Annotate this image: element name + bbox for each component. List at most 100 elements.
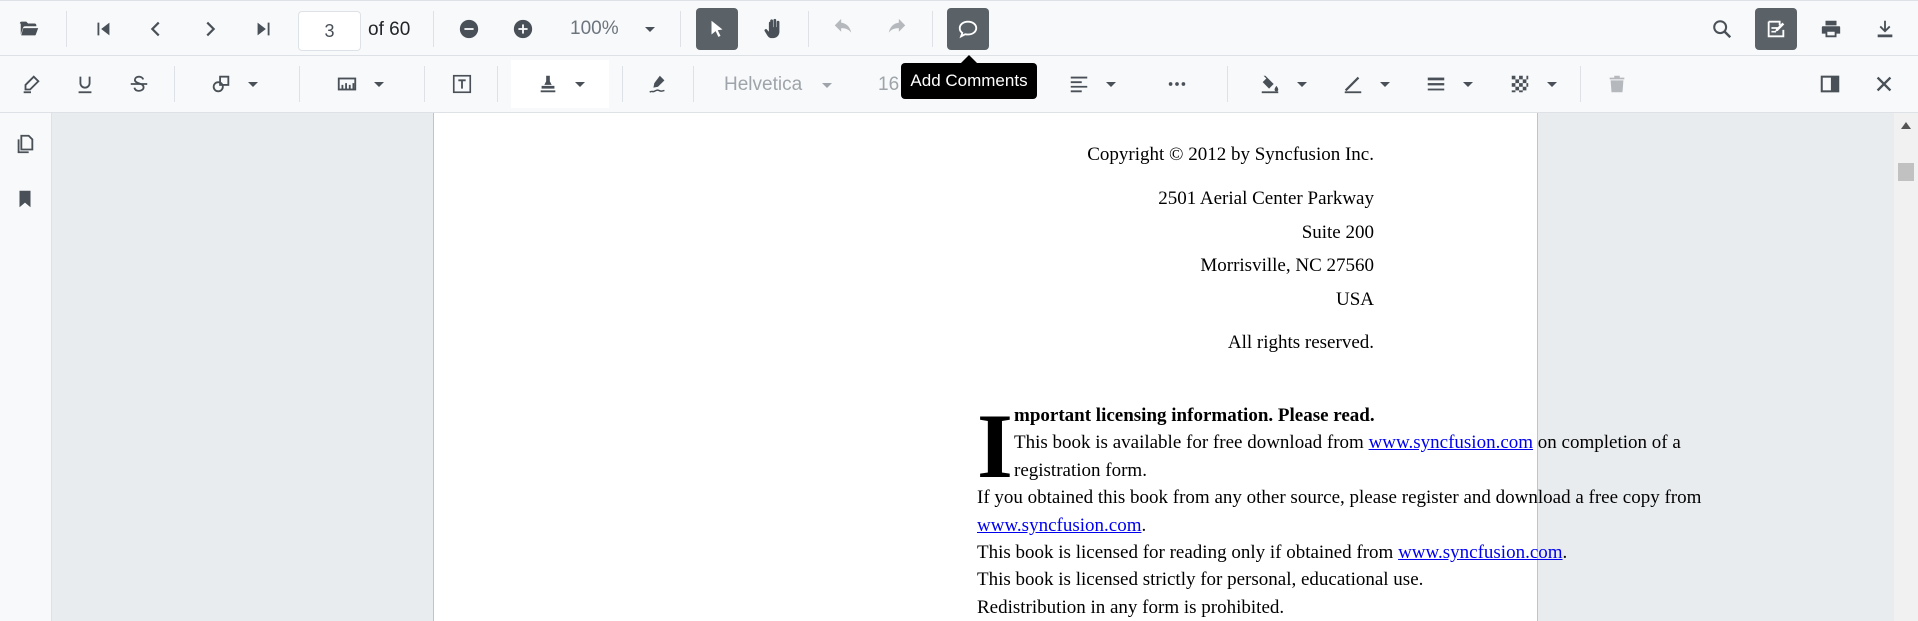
page-thumbnails-button[interactable]: [4, 123, 46, 165]
paragraph-line: If you obtained this book from any other…: [977, 487, 1702, 508]
edit-annotation-button[interactable]: [1755, 8, 1797, 50]
paragraph-line: This book is licensed for reading only i…: [977, 542, 1567, 564]
trash-icon: [1609, 75, 1625, 93]
left-navigation-pane: [0, 113, 52, 621]
highlight-button[interactable]: [10, 63, 52, 105]
free-text-icon: [452, 74, 472, 94]
zoom-out-icon: [459, 19, 479, 39]
measure-dropdown[interactable]: [336, 63, 384, 105]
shapes-icon: [212, 75, 230, 93]
download-button[interactable]: [1864, 8, 1906, 50]
search-button[interactable]: [1701, 8, 1743, 50]
separator: [66, 11, 67, 47]
text-align-dropdown[interactable]: [1068, 63, 1116, 105]
rights-line: All rights reserved.: [1227, 332, 1374, 353]
syncfusion-link[interactable]: www.syncfusion.com: [977, 515, 1141, 536]
previous-page-button[interactable]: [135, 8, 177, 50]
syncfusion-link[interactable]: www.syncfusion.com: [1369, 432, 1533, 453]
separator: [932, 11, 933, 47]
paragraph-line: This book is licensed strictly for perso…: [977, 569, 1424, 590]
strikethrough-icon: [130, 75, 148, 92]
underline-button[interactable]: [64, 63, 106, 105]
text-select-pointer-icon: [711, 20, 723, 37]
edit-annotation-icon: [1767, 20, 1785, 38]
comment-panel-button[interactable]: [1809, 63, 1851, 105]
syncfusion-link[interactable]: www.syncfusion.com: [1398, 542, 1562, 563]
print-icon: [1821, 20, 1841, 38]
close-annotation-toolbar-button[interactable]: [1863, 63, 1905, 105]
thumbnails-icon: [17, 134, 34, 154]
chevron-down-icon[interactable]: [822, 83, 832, 88]
side-panel-icon: [1820, 75, 1840, 93]
chevron-down-icon[interactable]: [645, 27, 655, 32]
last-page-button[interactable]: [243, 8, 285, 50]
shapes-dropdown[interactable]: [210, 63, 258, 105]
separator: [1227, 66, 1228, 102]
next-page-icon: [206, 21, 216, 37]
undo-button[interactable]: [822, 8, 864, 50]
paragraph-text: This book is licensed for reading only i…: [977, 542, 1399, 563]
font-size-dropdown[interactable]: 16: [878, 74, 899, 96]
thickness-dropdown[interactable]: [1425, 63, 1473, 105]
signature-button[interactable]: [637, 63, 679, 105]
zoom-out-button[interactable]: [448, 8, 490, 50]
main-toolbar: of 60 100%: [0, 0, 1918, 56]
more-options-button[interactable]: [1156, 63, 1198, 105]
fill-color-dropdown[interactable]: [1259, 63, 1307, 105]
address-line: USA: [1335, 289, 1374, 310]
pdf-page: Copyright © 2012 by Syncfusion Inc. 2501…: [433, 113, 1701, 621]
chevron-down-icon: [248, 81, 258, 87]
paragraph-text: .: [1141, 515, 1147, 536]
stroke-color-dropdown[interactable]: [1342, 63, 1390, 105]
licensing-heading: mportant licensing information. Please r…: [1014, 405, 1375, 426]
text-select-button[interactable]: [696, 8, 738, 50]
opacity-dropdown[interactable]: [1509, 63, 1557, 105]
paragraph-line: www.syncfusion.com.: [977, 515, 1146, 537]
add-comments-button[interactable]: [947, 8, 989, 50]
scroll-up-arrow-icon[interactable]: [1901, 122, 1911, 129]
redo-button[interactable]: [876, 8, 918, 50]
bookmark-icon: [19, 190, 31, 208]
next-page-button[interactable]: [189, 8, 231, 50]
chevron-down-icon: [1106, 81, 1116, 87]
separator: [1580, 66, 1581, 102]
chevron-down-icon: [1463, 81, 1473, 87]
free-text-button[interactable]: [441, 63, 483, 105]
stamp-dropdown[interactable]: [537, 63, 585, 105]
undo-icon: [834, 18, 852, 33]
document-viewer[interactable]: Copyright © 2012 by Syncfusion Inc. 2501…: [52, 113, 1894, 621]
zoom-level-dropdown[interactable]: 100%: [570, 18, 619, 40]
last-page-icon: [257, 22, 270, 36]
zoom-in-button[interactable]: [502, 8, 544, 50]
vertical-scrollbar[interactable]: [1894, 113, 1918, 621]
open-file-button[interactable]: [8, 8, 50, 50]
font-family-dropdown[interactable]: Helvetica: [724, 74, 802, 96]
search-icon: [1713, 20, 1732, 39]
separator: [808, 11, 809, 47]
folder-open-icon: [19, 21, 39, 36]
first-page-button[interactable]: [82, 8, 124, 50]
highlighter-icon: [23, 75, 40, 94]
line-thickness-icon: [1427, 77, 1445, 91]
separator: [174, 66, 175, 102]
align-left-icon: [1070, 76, 1088, 93]
pan-mode-button[interactable]: [752, 8, 794, 50]
separator: [433, 11, 434, 47]
separator: [680, 11, 681, 47]
download-icon: [1877, 20, 1893, 38]
strikethrough-button[interactable]: [118, 63, 160, 105]
print-button[interactable]: [1810, 8, 1852, 50]
address-line: Suite 200: [1301, 222, 1374, 243]
signature-pen-icon: [649, 75, 665, 93]
drop-cap-letter: I: [977, 395, 1013, 497]
separator: [299, 66, 300, 102]
scrollbar-thumb[interactable]: [1898, 163, 1914, 181]
bookmarks-button[interactable]: [4, 178, 46, 220]
paragraph-line: Redistribution in any form is prohibited…: [977, 597, 1285, 618]
page-count-label: of 60: [368, 19, 411, 40]
delete-button[interactable]: [1596, 63, 1638, 105]
page-number-input[interactable]: [298, 11, 361, 51]
address-line: 2501 Aerial Center Parkway: [1158, 188, 1374, 209]
redo-icon: [888, 18, 906, 33]
copyright-line: Copyright © 2012 by Syncfusion Inc.: [1087, 144, 1374, 165]
